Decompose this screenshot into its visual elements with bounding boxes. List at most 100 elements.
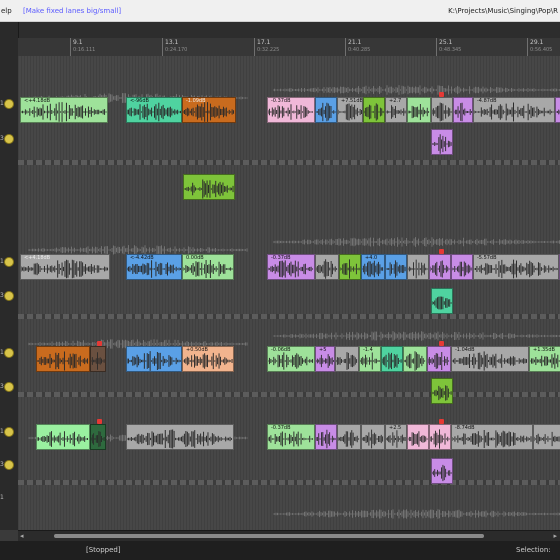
audio-clip[interactable] <box>315 254 339 280</box>
lane-record-button[interactable] <box>4 134 14 144</box>
ruler-marker: 29.1 0:56.405 <box>527 38 552 56</box>
audio-clip[interactable]: <+4.18dB <box>20 254 110 280</box>
audio-clip[interactable] <box>431 458 453 484</box>
clip-gain-label: <-4.42dB <box>130 255 154 261</box>
audio-clip[interactable] <box>431 288 453 314</box>
audio-clip[interactable] <box>427 346 451 372</box>
audio-clip[interactable]: -1.04dB <box>451 346 529 372</box>
audio-clip[interactable] <box>339 254 361 280</box>
clip-marker[interactable] <box>439 419 444 424</box>
audio-clip[interactable] <box>36 424 90 450</box>
clip-gain-label: -1.04dB <box>455 347 475 353</box>
audio-clip[interactable] <box>183 174 235 200</box>
audio-clip[interactable]: -1.09dB <box>182 97 236 123</box>
ruler-marker: 17.1 0:32.225 <box>254 38 279 56</box>
inactive-take-waveform <box>27 240 248 255</box>
audio-clip[interactable] <box>555 97 560 123</box>
scroll-thumb[interactable] <box>54 534 484 538</box>
clip-marker[interactable] <box>97 419 102 424</box>
status-bar: [Stopped] Selection: <box>0 541 560 560</box>
clip-marker[interactable] <box>439 341 444 346</box>
audio-clip[interactable] <box>403 346 427 372</box>
audio-clip[interactable]: -5.57dB <box>473 254 559 280</box>
audio-clip[interactable]: +7.51dB <box>337 97 363 123</box>
clip-marker[interactable] <box>97 341 102 346</box>
lane-number: 1 <box>0 494 4 501</box>
audio-clip[interactable] <box>363 97 385 123</box>
lane-record-button[interactable] <box>4 382 14 392</box>
audio-clip[interactable] <box>431 97 453 123</box>
lane-record-button[interactable] <box>4 99 14 109</box>
audio-clip[interactable] <box>431 378 453 404</box>
scroll-right-arrow[interactable]: ▸ <box>553 531 557 541</box>
lane-record-button[interactable] <box>4 257 14 267</box>
clip-gain-label: <-96dB <box>130 98 149 104</box>
audio-clip[interactable]: <+4.18dB <box>20 97 108 123</box>
lane-record-button[interactable] <box>4 348 14 358</box>
audio-clip[interactable]: 0.00dB <box>182 254 234 280</box>
audio-clip[interactable]: +0.50dB <box>182 346 234 372</box>
audio-clip[interactable] <box>429 254 451 280</box>
arrange-area[interactable]: <+4.18dB <-96dB -1.09dB -0.37dB +7.51dB +2.7 -… <box>18 56 560 530</box>
scroll-left-arrow[interactable]: ◂ <box>20 531 24 541</box>
clip-gain-label: 0.00dB <box>186 255 204 261</box>
audio-clip[interactable]: -0.37dB <box>267 424 315 450</box>
audio-clip[interactable] <box>407 424 429 450</box>
timeline-ruler[interactable]: 9.1 0:16.111 13.1 0:24.170 17.1 0:32.225 21… <box>18 38 560 57</box>
clip-gain-label: -0.37dB <box>271 425 291 431</box>
audio-clip[interactable] <box>385 254 407 280</box>
audio-clip[interactable]: <-96dB <box>126 97 182 123</box>
audio-clip[interactable]: -0.37dB <box>267 97 315 123</box>
audio-clip[interactable]: -1.4 <box>359 346 381 372</box>
inactive-take-waveform <box>272 326 560 341</box>
clip-gain-label: -5.57dB <box>477 255 497 261</box>
audio-clip[interactable] <box>533 424 560 450</box>
audio-clip[interactable] <box>36 346 90 372</box>
transport-status: [Stopped] <box>86 546 121 554</box>
audio-clip[interactable] <box>90 346 106 372</box>
menu-bar: elp [Make fixed lanes big/small] K:\Proj… <box>0 0 560 22</box>
audio-clip[interactable]: +2.5 <box>385 424 407 450</box>
clip-marker[interactable] <box>439 249 444 254</box>
audio-clip[interactable]: +5 <box>315 346 335 372</box>
audio-clip[interactable]: -0.37dB <box>267 254 315 280</box>
audio-clip[interactable] <box>361 424 385 450</box>
audio-clip[interactable]: -4.87dB <box>473 97 555 123</box>
audio-clip[interactable] <box>337 424 361 450</box>
audio-clip[interactable] <box>429 424 451 450</box>
audio-clip[interactable] <box>381 346 403 372</box>
clip-gain-label: +5 <box>319 347 327 353</box>
lane-record-button[interactable] <box>4 291 14 301</box>
action-hint: [Make fixed lanes big/small] <box>23 7 122 15</box>
audio-clip[interactable] <box>451 254 473 280</box>
audio-clip[interactable] <box>407 254 429 280</box>
audio-clip[interactable] <box>431 129 453 155</box>
audio-clip[interactable] <box>126 346 182 372</box>
audio-clip[interactable] <box>335 346 359 372</box>
audio-clip[interactable]: +1.35dB <box>529 346 560 372</box>
clip-marker[interactable] <box>439 92 444 97</box>
audio-clip[interactable]: +2.7 <box>385 97 407 123</box>
audio-clip[interactable] <box>407 97 431 123</box>
audio-clip[interactable] <box>126 424 234 450</box>
clip-gain-label: -1.4 <box>363 347 373 353</box>
menu-help[interactable]: elp <box>1 7 12 15</box>
audio-clip[interactable]: <-4.42dB <box>126 254 182 280</box>
ruler-marker: 21.1 0:40.285 <box>345 38 370 56</box>
audio-clip[interactable] <box>315 424 337 450</box>
lane-record-button[interactable] <box>4 427 14 437</box>
audio-clip[interactable]: -0.06dB <box>267 346 315 372</box>
daw-window: { "menubar": { "help": "elp", "hint": "[… <box>0 0 560 560</box>
clip-gain-label: -0.37dB <box>271 255 291 261</box>
inactive-take-waveform <box>272 504 560 519</box>
clip-gain-label: -0.37dB <box>271 98 291 104</box>
inactive-take-waveform <box>27 334 248 349</box>
clip-gain-label: +7.51dB <box>341 98 363 104</box>
audio-clip[interactable] <box>90 424 106 450</box>
audio-clip[interactable]: -8.74dB <box>451 424 533 450</box>
audio-clip[interactable] <box>315 97 337 123</box>
audio-clip[interactable] <box>453 97 473 123</box>
audio-clip[interactable]: +4.0 <box>361 254 385 280</box>
horizontal-scrollbar[interactable]: ◂ ▸ <box>18 530 560 541</box>
lane-record-button[interactable] <box>4 460 14 470</box>
